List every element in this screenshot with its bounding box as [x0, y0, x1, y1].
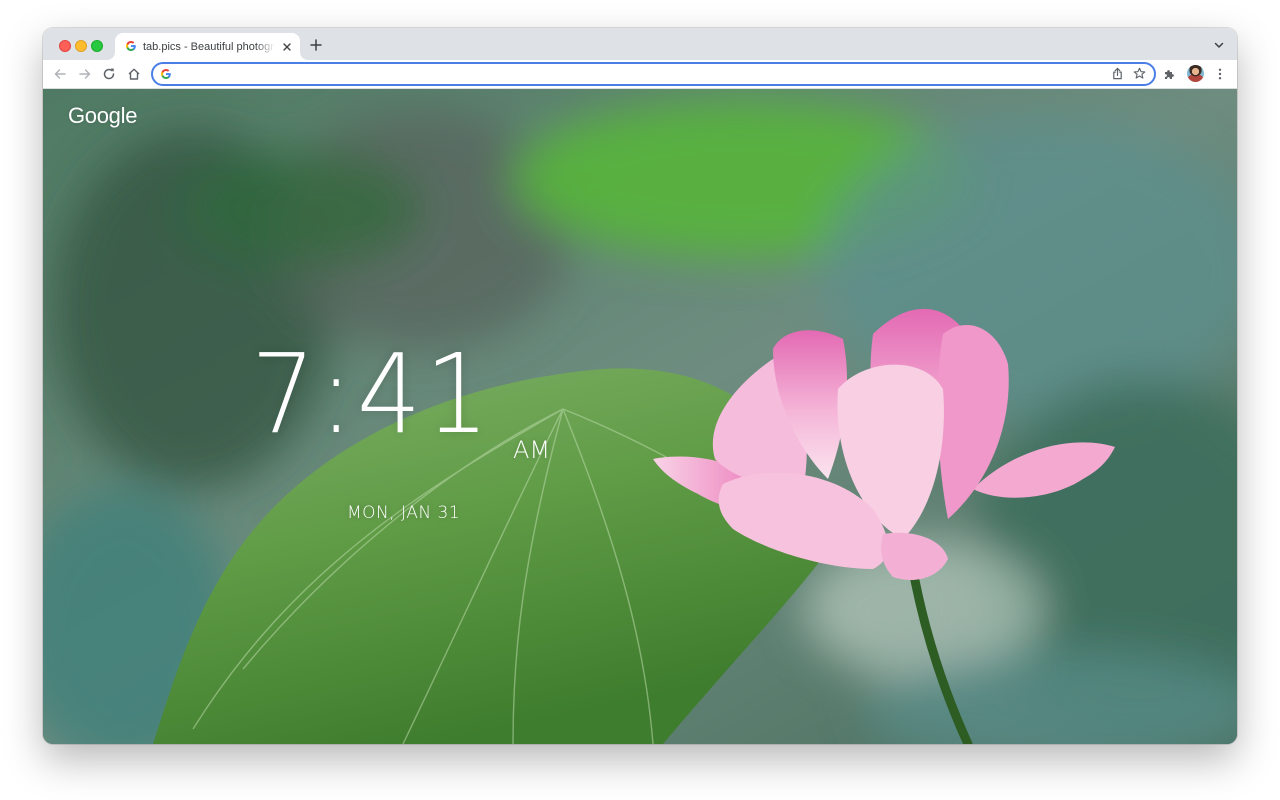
- omnibox[interactable]: [151, 62, 1156, 86]
- browser-window: tab.pics - Beautiful photographs: [43, 28, 1237, 744]
- arrow-right-icon[interactable]: [78, 67, 92, 81]
- google-logo: Google: [68, 103, 138, 128]
- chevron-down-icon[interactable]: [1213, 39, 1225, 51]
- puzzle-icon[interactable]: [1163, 67, 1177, 81]
- zoom-window-button[interactable]: [91, 40, 103, 52]
- arrow-left-icon[interactable]: [53, 67, 67, 81]
- star-icon[interactable]: [1133, 67, 1146, 80]
- tab-title: tab.pics - Beautiful photographs: [143, 41, 275, 53]
- wallpaper-photo: [43, 89, 1237, 744]
- kebab-menu-icon[interactable]: [1213, 67, 1227, 81]
- address-input[interactable]: [179, 66, 1099, 82]
- avatar[interactable]: [1187, 65, 1204, 82]
- google-g-icon: [126, 41, 136, 51]
- close-window-button[interactable]: [59, 40, 71, 52]
- new-tab-page: Google 7:41 AM MON, JAN 31: [43, 89, 1237, 744]
- minimize-window-button[interactable]: [75, 40, 87, 52]
- reload-icon[interactable]: [102, 67, 116, 81]
- plus-icon[interactable]: [309, 38, 323, 52]
- clock-ampm: AM: [513, 436, 551, 464]
- tab-active[interactable]: tab.pics - Beautiful photographs: [115, 33, 300, 60]
- tab-strip: tab.pics - Beautiful photographs: [43, 28, 1237, 60]
- clock-date: MON, JAN 31: [347, 503, 461, 523]
- home-icon[interactable]: [127, 67, 141, 81]
- clock-time: 7:41: [251, 330, 493, 458]
- close-icon[interactable]: [281, 41, 293, 53]
- toolbar: [43, 60, 1237, 89]
- google-g-icon: [161, 69, 171, 79]
- share-icon[interactable]: [1111, 67, 1124, 80]
